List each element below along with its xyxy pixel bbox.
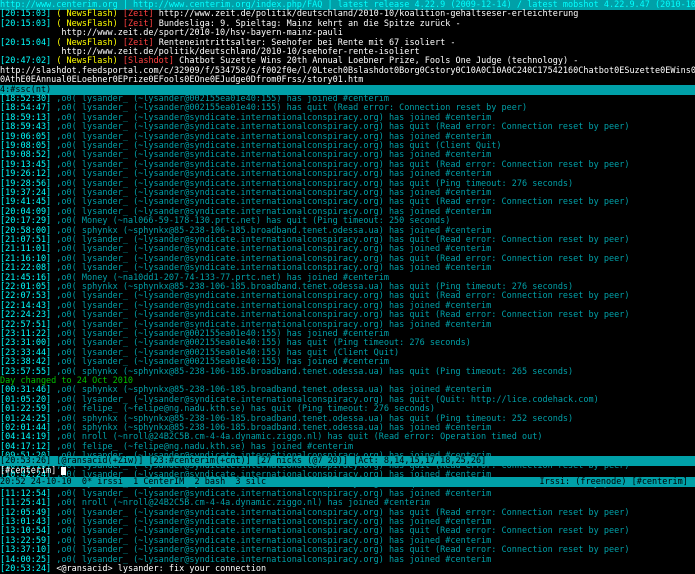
status-time: [20:53:26] xyxy=(0,456,52,466)
terminal-window[interactable]: http://www.centerim.org | http://www.cen… xyxy=(0,0,695,574)
status-user: [@ransacid(+Ziw)] xyxy=(56,456,144,466)
clock: 20:52 24-10-10 xyxy=(0,476,72,487)
text-cursor xyxy=(61,466,67,475)
screen-tab-bar[interactable]: 20:52 24-10-10 0* irssi 1 CenterIM 2 bas… xyxy=(0,476,695,487)
chat-text: lysander: fix your connection xyxy=(112,564,267,574)
status-window: [23:#centerim(+cnt)] xyxy=(148,456,251,466)
timestamp: [20:53:24] xyxy=(0,564,52,574)
status-bar: [20:53:26] [@ransacid(+Ziw)] [23:#center… xyxy=(0,456,695,466)
input-prompt: [#centerim] xyxy=(0,466,57,477)
status-nicks: [27 nicks (@7 20)] xyxy=(255,456,349,466)
chat-nick: <@ransacid> xyxy=(56,564,113,574)
input-line[interactable]: [#centerim] xyxy=(0,466,695,476)
window-title: Irssi: (freenode) [#centerim] xyxy=(539,476,693,487)
screen-tabs: 0* irssi 1 CenterIM 2 bash 3 silc xyxy=(81,476,267,487)
status-activity: [Act: 8,14,15,17,18,25,26] xyxy=(353,456,487,466)
chat-message: [20:53:24] <@ransacid> lysander: fix you… xyxy=(0,564,695,574)
